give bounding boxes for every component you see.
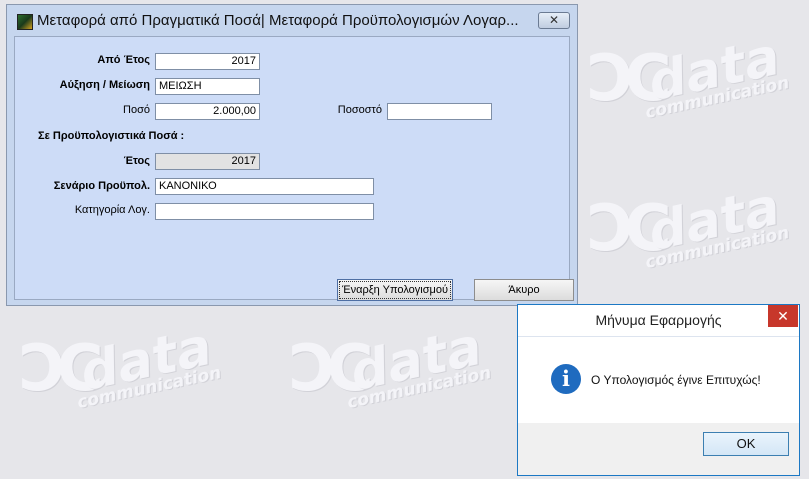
percent-label: Ποσοστό	[337, 104, 382, 116]
app-icon	[17, 14, 33, 30]
year-label: Έτος	[123, 155, 150, 167]
transfer-dialog: Μεταφορά από Πραγματικά Ποσά| Μεταφορά Π…	[6, 4, 578, 306]
change-type-field[interactable]: ΜΕΙΩΣΗ	[155, 78, 260, 95]
cancel-button[interactable]: Άκυρο	[474, 279, 574, 301]
message-box: Μήνυμα Εφαρμογής ✕ i Ο Υπολογισμός έγινε…	[517, 304, 800, 476]
ok-button[interactable]: OK	[703, 432, 789, 456]
start-calculation-button[interactable]: Έναρξη Υπολογισμού	[337, 279, 453, 301]
from-year-field[interactable]: 2017	[155, 53, 260, 70]
category-field[interactable]	[155, 203, 374, 220]
amount-field[interactable]: 2.000,00	[155, 103, 260, 120]
percent-field[interactable]	[387, 103, 492, 120]
section-heading: Σε Προϋπολογιστικά Ποσά :	[38, 130, 185, 142]
dialog-form: Από Έτος 2017 Αύξηση / Μείωση ΜΕΙΩΣΗ Ποσ…	[14, 36, 574, 301]
message-box-footer: OK	[518, 423, 799, 475]
message-box-body: i Ο Υπολογισμός έγινε Επιτυχώς!	[518, 336, 799, 424]
scenario-field[interactable]: ΚΑΝΟΝΙΚΟ	[155, 178, 374, 195]
year-field: 2017	[155, 153, 260, 170]
dialog-close-button[interactable]: ✕	[538, 12, 570, 29]
from-year-label: Από Έτος	[97, 54, 150, 66]
dialog-titlebar[interactable]: Μεταφορά από Πραγματικά Ποσά| Μεταφορά Π…	[7, 5, 577, 35]
category-label: Κατηγορία Λογ.	[74, 204, 150, 216]
amount-label: Ποσό	[123, 104, 150, 116]
message-text: Ο Υπολογισμός έγινε Επιτυχώς!	[591, 373, 761, 387]
scenario-label: Σενάριο Προϋπολ.	[53, 180, 150, 192]
message-box-close-button[interactable]: ✕	[768, 305, 798, 327]
dialog-title: Μεταφορά από Πραγματικά Ποσά| Μεταφορά Π…	[37, 12, 519, 29]
message-box-title: Μήνυμα Εφαρμογής	[518, 305, 799, 335]
info-icon: i	[551, 364, 581, 394]
change-type-label: Αύξηση / Μείωση	[59, 79, 150, 91]
